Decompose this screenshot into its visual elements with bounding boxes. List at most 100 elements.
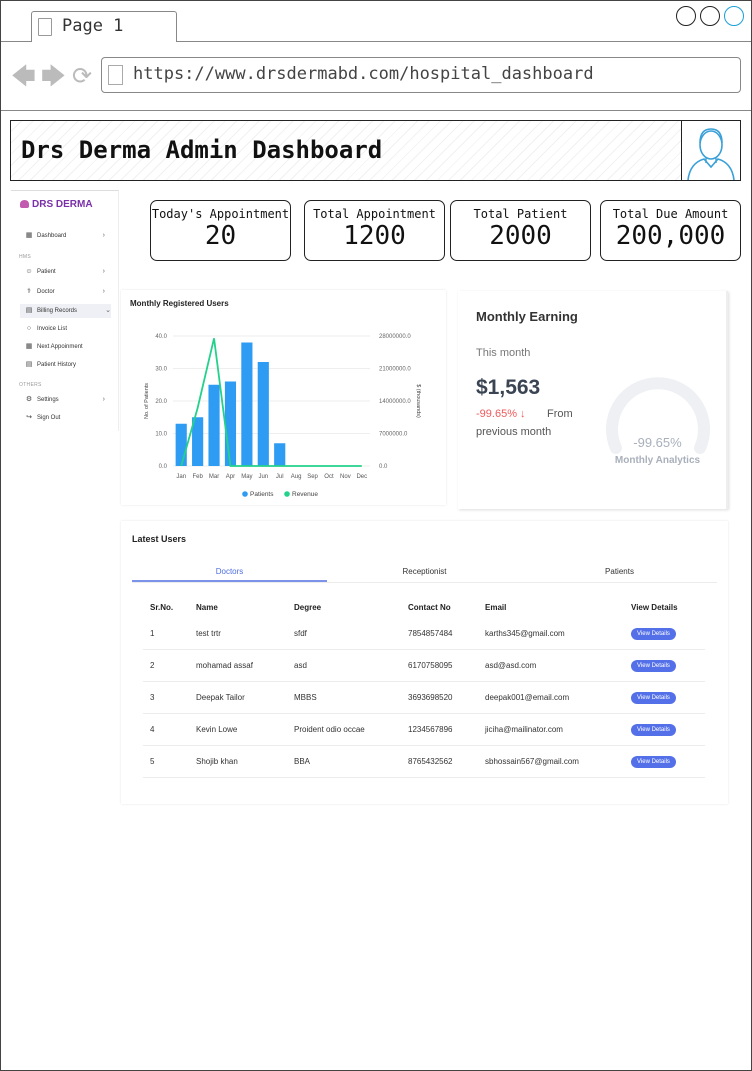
cell-action: View Details xyxy=(624,649,705,682)
sidebar-section-others: OTHERS xyxy=(19,382,42,388)
cell-name: test trtr xyxy=(189,618,287,650)
table-row: 4 Kevin Lowe Proident odio occae 1234567… xyxy=(143,713,705,746)
page-icon xyxy=(38,18,52,36)
sidebar-item-doctor[interactable]: ⚕ Doctor › xyxy=(25,285,105,299)
sidebar: DRS DERMA ▦ Dashboard › HMS ☺ Patient › ⚕ Doc… xyxy=(11,190,119,431)
view-details-button[interactable]: View Details xyxy=(631,691,676,704)
dashboard-header: Drs Derma Admin Dashboard xyxy=(10,120,741,181)
y-tick-label: 30.0 xyxy=(155,367,167,373)
stethoscope-icon: ⚕ xyxy=(27,288,31,295)
cell-email: deepak001@email.com xyxy=(478,681,624,714)
logo-icon xyxy=(20,200,29,209)
stat-value: 200,000 xyxy=(615,221,726,251)
column-header: Name xyxy=(196,602,218,612)
y2-tick-label: 7000000.0 xyxy=(379,432,408,438)
forward-arrow-icon[interactable]: 🡆 xyxy=(41,65,66,89)
x-tick-label: Jan xyxy=(176,474,186,480)
logout-icon: ↪ xyxy=(26,414,32,421)
y2-tick-label: 0.0 xyxy=(379,464,388,470)
cell-degree: Proident odio occae xyxy=(287,713,401,746)
sidebar-section-hms: HMS xyxy=(19,254,32,260)
y-tick-label: 0.0 xyxy=(159,464,168,470)
cell-contact: 8765432562 xyxy=(401,745,478,778)
revenue-line xyxy=(180,338,362,467)
stat-card-todays-appointment: Today's Appointment 20 xyxy=(150,200,291,261)
chart-bar xyxy=(224,381,237,466)
monthly-registered-users-card: Monthly Registered Users 0.0 10.0 20.0 30.0… xyxy=(121,290,446,505)
dot-icon: ○ xyxy=(26,325,32,332)
legend-label: Revenue xyxy=(292,491,318,498)
view-details-button[interactable]: View Details xyxy=(631,659,676,672)
tab-doctors[interactable]: Doctors xyxy=(132,567,327,576)
x-tick-label: Feb xyxy=(192,474,203,480)
chevron-right-icon: › xyxy=(102,232,105,239)
sidebar-item-patient[interactable]: ☺ Patient › xyxy=(25,265,105,279)
column-header: Degree xyxy=(294,602,322,612)
table-row: 3 Deepak Tailor MBBS 3693698520 deepak00… xyxy=(143,681,705,714)
view-details-button[interactable]: View Details xyxy=(631,723,676,736)
gauge-label: Monthly Analytics xyxy=(614,455,701,466)
stat-label: Total Patient xyxy=(473,207,568,221)
chart-bar xyxy=(274,443,286,466)
column-header: Email xyxy=(485,602,507,612)
sidebar-item-billing-records[interactable]: ▤ Billing Records ⌄ xyxy=(20,304,111,318)
table-row: 1 test trtr sfdf 7854857484 karths345@gm… xyxy=(143,618,705,650)
minimize-button[interactable] xyxy=(676,6,696,26)
table-header-row: Sr.No. Name Degree Contact No Email View… xyxy=(143,596,705,618)
view-details-button[interactable]: View Details xyxy=(631,627,676,640)
stat-value: 2000 xyxy=(489,221,552,251)
stat-label: Total Due Amount xyxy=(612,207,729,221)
cell-degree: BBA xyxy=(287,745,401,778)
chart-bar xyxy=(257,362,269,466)
column-header: View Details xyxy=(631,602,678,612)
avatar[interactable] xyxy=(681,121,740,181)
close-button[interactable] xyxy=(724,6,744,26)
y-tick-label: 20.0 xyxy=(155,399,167,405)
cell-action: View Details xyxy=(624,745,705,778)
chevron-right-icon: › xyxy=(102,268,105,275)
cell-degree: MBBS xyxy=(287,681,401,714)
y-tick-label: 10.0 xyxy=(155,432,167,438)
sidebar-item-label: Settings xyxy=(37,397,59,403)
cell-email: karths345@gmail.com xyxy=(478,618,624,650)
cell-degree: asd xyxy=(287,649,401,682)
address-bar[interactable]: https://www.drsdermabd.com/hospital_dash… xyxy=(101,57,741,93)
user-tabs: Doctors Receptionist Patients xyxy=(132,563,717,583)
sidebar-item-settings[interactable]: ⚙ Settings › xyxy=(25,393,105,407)
x-tick-label: Dec xyxy=(356,474,367,480)
cell-contact: 7854857484 xyxy=(401,618,478,650)
cell-email: sbhossain567@gmail.com xyxy=(478,745,624,778)
tab-label: Page 1 xyxy=(62,16,124,36)
maximize-button[interactable] xyxy=(700,6,720,26)
active-tab-indicator xyxy=(132,580,327,582)
stat-card-total-due-amount: Total Due Amount 200,000 xyxy=(600,200,741,261)
legend-marker xyxy=(284,491,290,497)
cell-action: View Details xyxy=(624,713,705,746)
sidebar-item-next-appointment[interactable]: ▦ Next Appoinment xyxy=(25,340,105,354)
x-tick-label: Jul xyxy=(276,474,284,480)
page-icon xyxy=(108,65,123,85)
y-tick-label: 40.0 xyxy=(155,334,167,340)
sidebar-item-invoice-list[interactable]: ○ Invoice List xyxy=(25,322,105,336)
tab-patients[interactable]: Patients xyxy=(522,567,717,576)
gauge-value: -99.65% xyxy=(633,435,682,450)
back-arrow-icon[interactable]: 🡄 xyxy=(11,65,36,89)
users-table: Sr.No. Name Degree Contact No Email View… xyxy=(143,596,705,778)
x-tick-label: Sep xyxy=(307,474,318,480)
sidebar-item-sign-out[interactable]: ↪ Sign Out xyxy=(25,411,105,425)
sidebar-item-label: Patient History xyxy=(37,362,77,368)
monthly-earning-card: Monthly Earning This month $1,563 -99.65… xyxy=(458,291,728,509)
view-details-button[interactable]: View Details xyxy=(631,755,676,768)
cell-sr-no: 5 xyxy=(143,745,189,778)
sidebar-item-patient-history[interactable]: ▤ Patient History xyxy=(25,358,105,372)
sidebar-item-dashboard[interactable]: ▦ Dashboard › xyxy=(25,229,105,243)
user-icon: ☺ xyxy=(25,268,33,275)
calendar-icon: ▦ xyxy=(25,343,33,350)
reload-icon[interactable]: ⟳ xyxy=(72,65,92,89)
tab-receptionist[interactable]: Receptionist xyxy=(327,567,522,576)
browser-tab[interactable]: Page 1 xyxy=(31,11,177,42)
stat-value: 1200 xyxy=(343,221,406,251)
brand-logo[interactable]: DRS DERMA xyxy=(20,199,93,210)
stat-card-total-appointment: Total Appointment 1200 xyxy=(304,200,445,261)
x-tick-label: Nov xyxy=(340,474,351,480)
